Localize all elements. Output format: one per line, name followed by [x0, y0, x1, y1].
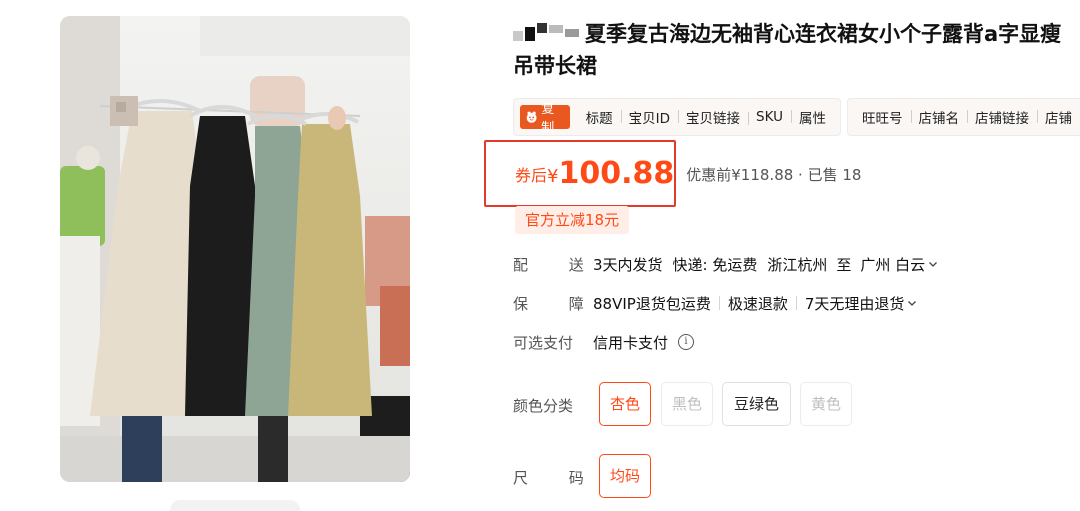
toolbar-item-id[interactable]: 宝贝ID [620, 107, 678, 127]
product-photo-illustration [60, 16, 410, 482]
product-info-panel: 夏季复古海边无袖背心连衣裙女小个子露背a字显瘦吊带长裙 复制 标题 宝贝ID 宝… [484, 0, 1080, 511]
color-label: 颜色分类 [513, 397, 574, 415]
delivery-express: 快递: 免运费 [672, 255, 758, 274]
info-icon[interactable]: i [678, 334, 695, 350]
chevron-down-icon [908, 301, 917, 306]
chevron-down-icon [929, 262, 938, 267]
price-prefix: 券后 [515, 166, 548, 185]
delivery-destination-selector[interactable]: 广州 白云 [860, 254, 938, 275]
toolbar-shop-name[interactable]: 店铺名 [910, 107, 968, 127]
guarantee-item: 7天无理由退货 [804, 294, 905, 313]
product-title-text: 夏季复古海边无袖背心连衣裙女小个子露背a字显瘦吊带长裙 [513, 22, 1062, 78]
product-image-panel [0, 0, 470, 511]
guarantee-row: 保 障 88VIP退货包运费 极速退款 7天无理由退货 [513, 291, 917, 315]
guarantee-label: 保 障 [513, 294, 602, 313]
toolbar-attributes[interactable]: 属性 [791, 107, 834, 127]
payment-value: 信用卡支付 i [593, 332, 695, 353]
delivery-origin: 浙江杭州 [767, 255, 828, 274]
delivery-to-word: 至 [836, 255, 852, 274]
toolbar-wangwang[interactable]: 旺旺号 [854, 107, 911, 127]
price-original-and-sold: 优惠前¥118.88 · 已售 18 [686, 166, 862, 184]
color-option-yellow[interactable]: 黄色 [800, 382, 852, 426]
size-option-one-size[interactable]: 均码 [599, 454, 651, 498]
toolbar-group-item: 复制 标题 宝贝ID 宝贝链接 SKU 属性 [513, 98, 841, 136]
payment-method: 信用卡支付 [593, 333, 669, 352]
divider [718, 296, 720, 310]
payment-label: 可选支付 [513, 333, 574, 352]
color-option-apricot[interactable]: 杏色 [599, 382, 651, 426]
price-value: 100.88 [558, 156, 675, 191]
price-row: 券后 ¥ 100.88 优惠前¥118.88 · 已售 18 [513, 152, 861, 192]
color-option-black[interactable]: 黑色 [661, 382, 713, 426]
product-title: 夏季复古海边无袖背心连衣裙女小个子露背a字显瘦吊带长裙 [513, 18, 1073, 82]
redacted-brand-mark [513, 23, 583, 43]
toolbar-group-shop: 旺旺号 店铺名 店铺链接 店铺 [847, 98, 1080, 136]
coupon-badge[interactable]: 官方立减18元 [515, 206, 630, 234]
toolbar-title[interactable]: 标题 [578, 107, 621, 127]
guarantee-item: 88VIP退货包运费 [593, 294, 711, 313]
payment-row: 可选支付 信用卡支付 i [513, 330, 695, 354]
copy-button[interactable]: 复制 [520, 102, 570, 136]
guarantee-value[interactable]: 88VIP退货包运费 极速退款 7天无理由退货 [593, 293, 917, 314]
size-label: 尺 码 [513, 469, 602, 487]
delivery-time: 3天内发货 [593, 255, 663, 274]
guarantee-item: 极速退款 [727, 294, 788, 313]
toolbar-shop-link[interactable]: 店铺链接 [967, 107, 1037, 127]
product-main-image[interactable] [60, 16, 410, 482]
toolbar-sku[interactable]: SKU [748, 109, 791, 125]
divider [795, 296, 797, 310]
copy-button-label: 复制 [541, 102, 555, 136]
toolbar-shop-more[interactable]: 店铺 [1037, 107, 1080, 127]
price-currency: ¥ [547, 166, 559, 187]
thumbnail-strip[interactable] [170, 500, 300, 511]
delivery-value: 3天内发货 快递: 免运费 浙江杭州 至 广州 白云 [593, 254, 938, 275]
copy-toolbar: 复制 标题 宝贝ID 宝贝链接 SKU 属性 旺旺号 店铺名 店铺链接 店铺 [513, 98, 1080, 136]
copy-mascot-icon [526, 111, 537, 123]
delivery-label: 配 送 [513, 255, 602, 274]
delivery-destination: 广州 白云 [860, 255, 926, 274]
color-option-bean-green[interactable]: 豆绿色 [722, 382, 791, 426]
delivery-row: 配 送 3天内发货 快递: 免运费 浙江杭州 至 广州 白云 [513, 252, 938, 276]
toolbar-item-link[interactable]: 宝贝链接 [678, 107, 748, 127]
